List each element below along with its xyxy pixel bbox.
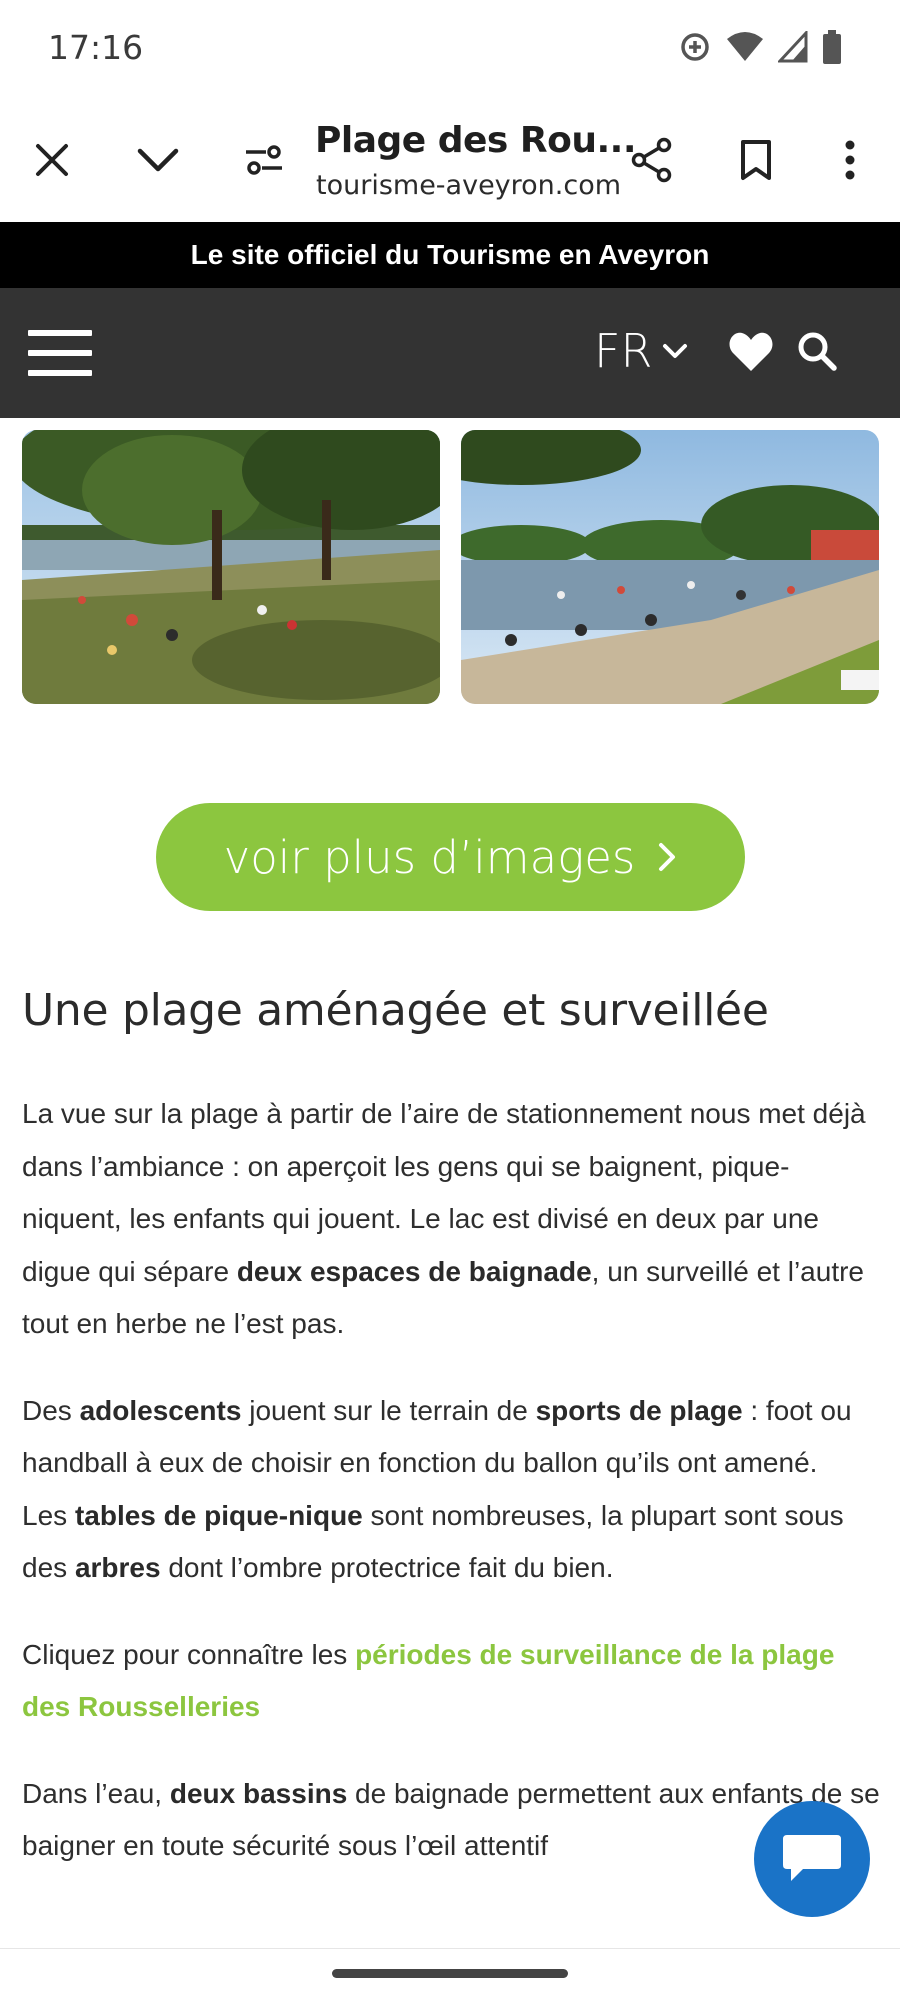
search-icon[interactable]: [796, 330, 838, 377]
photo-gallery: [22, 430, 882, 706]
paragraph-5: Dans l’eau, deux bassins de baignade per…: [22, 1777, 880, 1862]
hamburger-menu-icon[interactable]: [28, 330, 94, 376]
beach-photo-1[interactable]: [22, 430, 440, 704]
paragraph-1: La vue sur la plage à partir de l’aire d…: [22, 1098, 866, 1339]
close-icon[interactable]: [22, 130, 82, 190]
paragraph-4: Cliquez pour connaître les périodes de s…: [22, 1638, 835, 1723]
share-icon[interactable]: [622, 130, 682, 190]
page-url[interactable]: tourisme-aveyron.com: [316, 170, 621, 201]
site-nav: FR: [0, 288, 900, 418]
chat-bubble-icon: [783, 1835, 841, 1881]
language-label: FR: [594, 324, 653, 378]
article-content: Une plage aménagée et surveillée La vue …: [22, 985, 882, 1907]
site-settings-icon[interactable]: [234, 130, 294, 190]
beach-photo-2[interactable]: [461, 430, 879, 704]
status-bar: 17:16: [0, 0, 900, 100]
bookmark-icon[interactable]: [726, 130, 786, 190]
cell-signal-icon: [778, 31, 808, 63]
more-vert-icon[interactable]: [820, 130, 880, 190]
heart-icon[interactable]: [728, 331, 774, 378]
status-icons: [678, 30, 842, 64]
wifi-icon: [726, 31, 764, 63]
page-title[interactable]: Plage des Rou...: [315, 120, 637, 161]
section-title: Une plage aménagée et surveillée: [22, 985, 769, 1036]
paragraph-2: Des adolescents jouent sur le terrain de…: [22, 1394, 852, 1479]
chevron-down-icon: [663, 344, 688, 358]
battery-icon: [822, 30, 842, 64]
more-images-label: voir plus d’images: [223, 830, 636, 884]
chevron-right-icon: [659, 843, 676, 871]
browser-toolbar: Plage des Rou... tourisme-aveyron.com: [0, 100, 900, 222]
official-site-banner: Le site officiel du Tourisme en Aveyron: [0, 222, 900, 288]
more-images-button[interactable]: voir plus d’images: [156, 803, 745, 911]
data-saver-icon: [678, 30, 712, 64]
paragraph-3: Les tables de pique-nique sont nombreuse…: [22, 1499, 844, 1584]
chat-button[interactable]: [754, 1801, 870, 1917]
chevron-down-icon[interactable]: [128, 130, 188, 190]
gesture-handle[interactable]: [332, 1969, 568, 1978]
system-nav-bar: [0, 1948, 900, 2000]
language-selector[interactable]: FR: [594, 324, 688, 378]
status-time: 17:16: [48, 28, 144, 67]
